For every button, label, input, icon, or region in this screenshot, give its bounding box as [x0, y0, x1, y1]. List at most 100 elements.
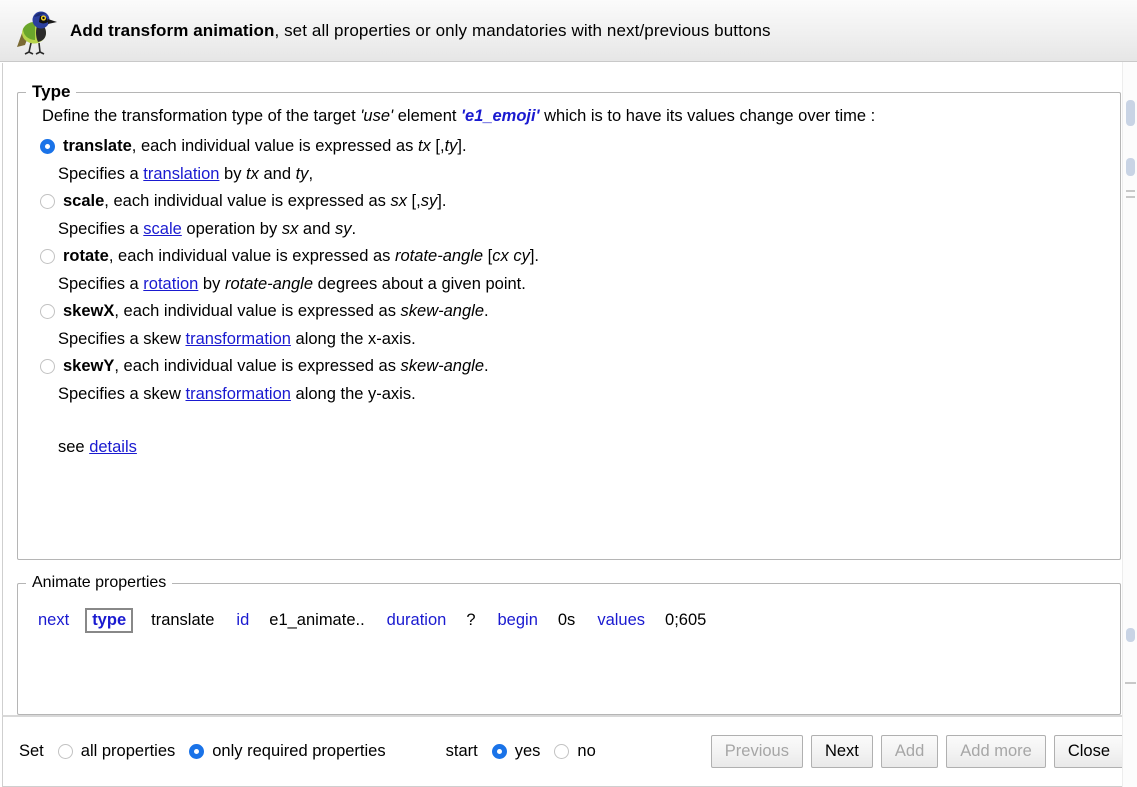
option-syntax-2: sy — [420, 192, 438, 210]
link-transformation-x[interactable]: transformation — [185, 330, 290, 348]
radio-scale-label: scale, each individual value is expresse… — [63, 188, 446, 215]
option-syntax-2: cx cy — [492, 247, 530, 265]
radio-rotate-icon[interactable] — [40, 249, 55, 264]
radio-only-required-icon[interactable] — [189, 744, 205, 759]
desc-mid: by — [198, 275, 225, 293]
set-label: Set — [19, 742, 44, 760]
option-name: skewX — [63, 302, 115, 320]
radio-translate-icon[interactable] — [40, 139, 55, 154]
radio-start-yes-label[interactable]: yes — [515, 742, 541, 761]
radio-start-no-icon[interactable] — [554, 744, 570, 759]
next-button[interactable]: Next — [810, 734, 873, 769]
desc-pre: Specifies a skew — [58, 330, 186, 348]
dialog-header: Add transform animation, set all propert… — [0, 0, 1137, 62]
start-group: start yes no — [446, 742, 596, 761]
option-label-rest: , each individual value is expressed as — [114, 357, 401, 375]
option-syntax-sep: [, — [406, 192, 421, 210]
link-transformation-y[interactable]: transformation — [185, 385, 290, 403]
prop-label-begin[interactable]: begin — [498, 611, 538, 630]
animate-properties-legend: Animate properties — [32, 574, 167, 591]
add-button[interactable]: Add — [880, 734, 939, 769]
option-syntax-1: sx — [390, 192, 407, 210]
prop-value-duration[interactable]: ? — [466, 611, 475, 630]
option-syntax-end: ]. — [437, 192, 447, 210]
desc-it2: sy — [335, 220, 352, 238]
radio-skewx-icon[interactable] — [40, 304, 55, 319]
link-scale[interactable]: scale — [143, 220, 182, 238]
radio-option-rotate[interactable]: rotate, each individual value is express… — [40, 243, 1098, 270]
prop-value-type[interactable]: translate — [151, 611, 214, 630]
desc-it1: rotate-angle — [224, 275, 314, 293]
link-details[interactable]: details — [89, 438, 137, 456]
radio-start-no-label[interactable]: no — [577, 742, 595, 761]
see-details-row: see details — [58, 438, 1098, 457]
radio-start-yes-icon[interactable] — [491, 744, 507, 759]
scrollbar-marker-secondary[interactable] — [1126, 158, 1135, 176]
desc-end: . — [521, 275, 526, 293]
type-panel-content: Define the transformation type of the ta… — [18, 102, 1120, 457]
radio-all-properties-icon[interactable] — [57, 744, 73, 759]
prop-label-type[interactable]: type — [85, 608, 134, 633]
dialog-title: Add transform animation, set all propert… — [70, 21, 771, 41]
option-syntax-end: ]. — [529, 247, 540, 265]
animate-properties-row: next type translate id e1_animate.. dura… — [18, 592, 1120, 633]
link-rotation[interactable]: rotation — [143, 275, 198, 293]
scrollbar-tick-2 — [1126, 196, 1135, 198]
option-label-rest: , each individual value is expressed as — [108, 247, 396, 265]
scrollbar-marker-lower[interactable] — [1126, 628, 1135, 642]
desc-mid: along the y-axis — [290, 385, 412, 403]
dialog-footer: Set all properties only required propert… — [2, 715, 1135, 787]
desc-skewy: Specifies a skew transformation along th… — [58, 380, 1098, 408]
prop-value-values[interactable]: 0;605 — [665, 611, 706, 630]
prop-label-values[interactable]: values — [597, 611, 645, 630]
radio-scale-icon[interactable] — [40, 194, 55, 209]
intro-target-id: 'e1_emoji' — [461, 107, 540, 125]
option-syntax-1: rotate-angle — [395, 247, 484, 265]
animate-properties-fieldset: Animate properties next type translate i… — [17, 574, 1121, 715]
radio-skewy-icon[interactable] — [40, 359, 55, 374]
bird-logo-icon — [17, 11, 57, 55]
vertical-scrollbar[interactable] — [1122, 62, 1137, 787]
desc-it1: sx — [281, 220, 299, 238]
radio-rotate-label: rotate, each individual value is express… — [63, 243, 539, 270]
close-button[interactable]: Close — [1053, 734, 1124, 769]
add-more-button[interactable]: Add more — [946, 734, 1046, 769]
desc-pre: Specifies a — [58, 220, 144, 238]
prop-label-next[interactable]: next — [38, 611, 69, 630]
scrollbar-thumb[interactable] — [1126, 100, 1135, 126]
see-label: see — [58, 438, 90, 456]
option-label-rest: , each individual value is expressed as — [131, 137, 418, 155]
radio-only-required-label[interactable]: only required properties — [212, 742, 385, 761]
desc-mid2: and — [298, 220, 336, 238]
desc-end: . — [351, 220, 357, 238]
desc-it1: tx — [246, 165, 259, 183]
radio-option-scale[interactable]: scale, each individual value is expresse… — [40, 188, 1098, 215]
radio-option-skewx[interactable]: skewX, each individual value is expresse… — [40, 298, 1098, 325]
desc-pre: Specifies a — [58, 275, 144, 293]
desc-pre: Specifies a — [58, 165, 144, 183]
prop-label-id[interactable]: id — [236, 611, 249, 630]
desc-rotate: Specifies a rotation by rotate-angle deg… — [58, 270, 1098, 298]
scrollbar-tick-1 — [1126, 190, 1135, 192]
radio-option-translate[interactable]: translate, each individual value is expr… — [40, 133, 1098, 160]
link-translation[interactable]: translation — [143, 165, 219, 183]
option-name: scale — [63, 192, 105, 210]
prop-value-id[interactable]: e1_animate.. — [269, 611, 364, 630]
option-label-rest: , each individual value is expressed as — [104, 192, 391, 210]
desc-mid2: degrees about a given point — [313, 275, 522, 293]
prop-value-begin[interactable]: 0s — [558, 611, 575, 630]
previous-button[interactable]: Previous — [710, 734, 803, 769]
option-syntax-sep: [, — [430, 137, 445, 155]
option-name: skewY — [63, 357, 115, 375]
prop-label-duration[interactable]: duration — [387, 611, 447, 630]
option-name: translate — [63, 137, 132, 155]
desc-mid: operation by — [181, 220, 282, 238]
type-fieldset-legend: Type — [32, 82, 71, 101]
intro-part2: element — [393, 107, 462, 125]
desc-end: . — [411, 330, 416, 348]
radio-option-skewy[interactable]: skewY, each individual value is expresse… — [40, 353, 1098, 380]
option-syntax-end: . — [484, 357, 489, 375]
radio-all-properties-label[interactable]: all properties — [81, 742, 175, 761]
option-syntax-1: tx — [417, 137, 431, 155]
option-name: rotate — [63, 247, 109, 265]
